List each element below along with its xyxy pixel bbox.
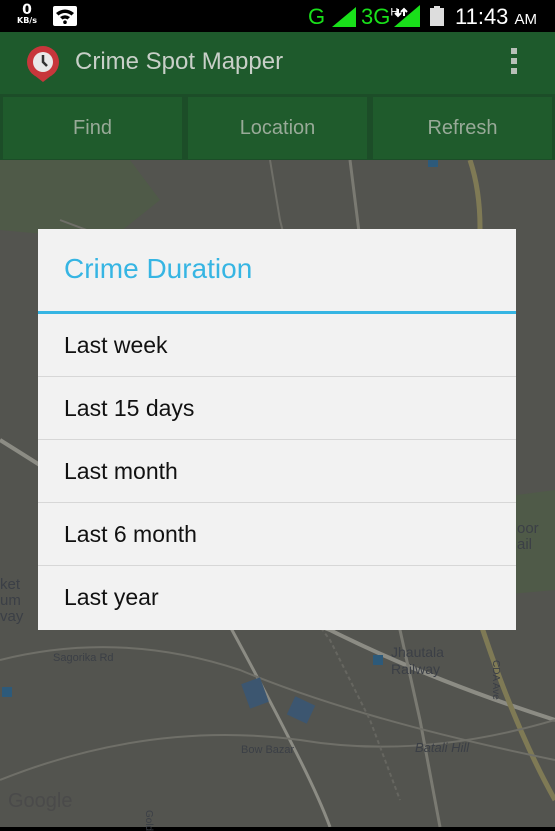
map-label-ket: ket (0, 576, 21, 593)
map-label-gold: Gold (143, 810, 154, 831)
map-label-jhautala: Jhautala (391, 644, 444, 660)
map-label-um: um (0, 592, 21, 609)
option-last-15-days[interactable]: Last 15 days (38, 377, 516, 440)
location-button[interactable]: Location (188, 97, 367, 159)
crime-duration-dialog: Crime Duration Last week Last 15 days La… (38, 229, 516, 630)
status-bar: 0 KB/s G 3GH 11:43 AM (0, 0, 555, 32)
map-label-batali-hill: Batali Hill (415, 740, 470, 755)
app-logo-icon[interactable] (24, 45, 62, 83)
network-type-label-2: 3GH (361, 4, 398, 30)
clock-time: 11:43 (455, 4, 509, 29)
overflow-dot (511, 48, 517, 54)
overflow-dot (511, 68, 517, 74)
map-label-sagorika: Sagorika Rd (53, 652, 114, 664)
network-type-label: G (308, 4, 326, 29)
option-last-year[interactable]: Last year (38, 566, 516, 630)
network-type-3g: 3G (361, 4, 391, 29)
clock-ampm: AM (514, 11, 538, 28)
network-speed-unit: KB/s (17, 16, 37, 25)
google-logo: Google (8, 790, 73, 812)
option-label: Last 15 days (64, 395, 195, 421)
overflow-menu-icon[interactable] (509, 48, 519, 78)
find-button[interactable]: Find (3, 97, 182, 159)
map-label-oor: oor (517, 520, 539, 537)
option-last-month[interactable]: Last month (38, 440, 516, 503)
option-last-6-month[interactable]: Last 6 month (38, 503, 516, 566)
action-bar: Crime Spot Mapper (0, 32, 555, 94)
network-speed: 0 KB/s (14, 3, 40, 25)
map-label-railway: Railway (391, 661, 441, 677)
signal-strength-icon-2 (394, 5, 420, 27)
map-label-vay: vay (0, 608, 24, 625)
option-label: Last year (64, 584, 159, 610)
app-title: Crime Spot Mapper (75, 48, 284, 75)
refresh-button[interactable]: Refresh (373, 97, 552, 159)
option-last-week[interactable]: Last week (38, 314, 516, 377)
dialog-title: Crime Duration (64, 253, 253, 284)
network-speed-value: 0 (22, 2, 32, 18)
map-label-ail: ail (517, 536, 533, 553)
map-label-bow-bazar: Bow Bazar (241, 744, 295, 756)
map-label-cda-ave: CDA Ave (490, 660, 501, 700)
option-label: Last week (64, 332, 168, 358)
wifi-icon (53, 6, 77, 26)
signal-strength-icon (332, 7, 356, 27)
action-buttons-row: Find Location Refresh (0, 94, 555, 160)
overflow-dot (511, 58, 517, 64)
option-label: Last 6 month (64, 521, 197, 547)
option-label: Last month (64, 458, 178, 484)
clock: 11:43 AM (455, 4, 537, 30)
battery-icon (430, 6, 444, 26)
